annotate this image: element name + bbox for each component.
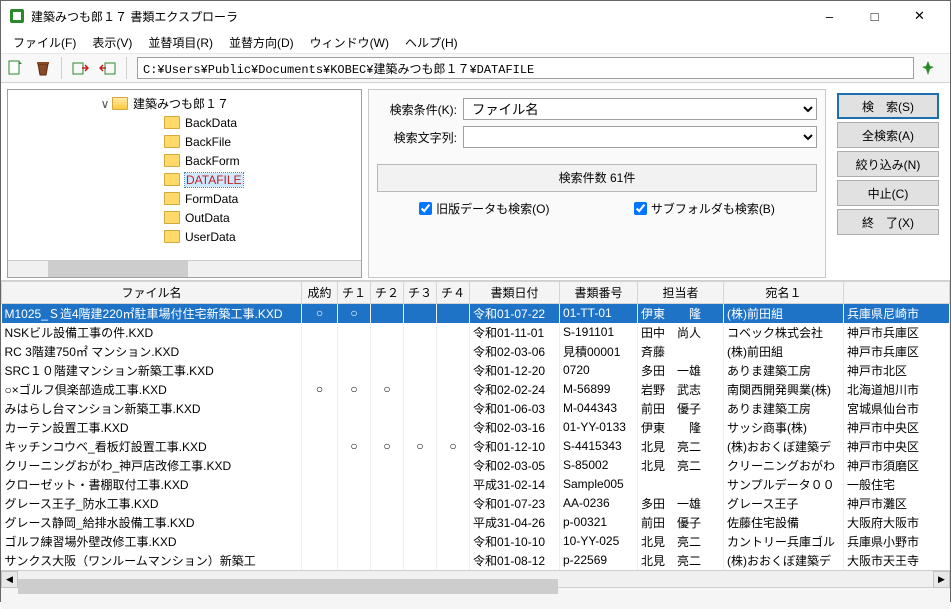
path-field[interactable]: C:¥Users¥Public¥Documents¥KOBEC¥建築みつも郎１７… (137, 57, 914, 79)
result-count: 検索件数 61件 (377, 164, 817, 192)
search-text-input[interactable] (463, 126, 817, 148)
folder-open-icon (112, 97, 128, 110)
search-cond-select[interactable]: ファイル名 (463, 98, 817, 120)
tree-item-backdata[interactable]: BackData (10, 113, 359, 132)
search-panel: 検索条件(K): ファイル名 検索文字列: 検索件数 61件 旧版データも検索(… (368, 89, 826, 278)
table-row[interactable]: サンクス大阪（ワンルームマンション）新築工令和01-08-12p-22569北見… (2, 551, 950, 570)
export-icon[interactable] (94, 55, 122, 81)
grid-scrollbar[interactable]: ◀ ▶ (1, 570, 950, 587)
new-doc-icon[interactable] (1, 55, 29, 81)
folder-icon (164, 173, 180, 186)
tree-item-formdata[interactable]: FormData (10, 189, 359, 208)
folder-tree[interactable]: ∨ 建築みつも郎１７ BackDataBackFileBackFormDATAF… (7, 89, 362, 278)
tree-scrollbar[interactable] (8, 260, 361, 277)
col-addr2[interactable] (844, 282, 950, 304)
table-row[interactable]: カーテン設置工事.KXD令和02-03-1601-YY-0133伊東 隆サッシ商… (2, 418, 950, 437)
search-cond-label: 検索条件(K): (377, 101, 463, 118)
col-ch2[interactable]: チ２ (371, 282, 404, 304)
table-row[interactable]: M1025_Ｓ造4階建220㎡駐車場付住宅新築工事.KXD○○令和01-07-2… (2, 304, 950, 323)
menu-bar: ファイル(F) 表示(V) 並替項目(R) 並替方向(D) ウィンドウ(W) ヘ… (1, 31, 950, 53)
col-owner[interactable]: 担当者 (638, 282, 724, 304)
table-row[interactable]: NSKビル設備工事の件.KXD令和01-11-01S-191101田中 尚人コベ… (2, 323, 950, 342)
tree-root[interactable]: ∨ 建築みつも郎１７ (10, 94, 359, 113)
minimize-button[interactable]: – (807, 2, 852, 30)
table-row[interactable]: ○×ゴルフ倶楽部造成工事.KXD○○○令和02-02-24M-56899岩野 武… (2, 380, 950, 399)
search-text-label: 検索文字列: (377, 129, 463, 146)
menu-view[interactable]: 表示(V) (84, 32, 140, 53)
table-row[interactable]: RC 3階建750㎡ マンション.KXD令和02-03-06見積00001斉藤(… (2, 342, 950, 361)
folder-icon (164, 192, 180, 205)
folder-icon (164, 135, 180, 148)
col-ch1[interactable]: チ１ (338, 282, 371, 304)
table-row[interactable]: みはらし台マンション新築工事.KXD令和01-06-03M-044343前田 優… (2, 399, 950, 418)
col-contract[interactable]: 成約 (302, 282, 338, 304)
menu-help[interactable]: ヘルプ(H) (397, 32, 466, 53)
tree-item-backform[interactable]: BackForm (10, 151, 359, 170)
tree-item-userdata[interactable]: UserData (10, 227, 359, 246)
result-grid[interactable]: ファイル名 成約 チ１ チ２ チ３ チ４ 書類日付 書類番号 担当者 宛名１ M… (1, 280, 950, 570)
col-addr[interactable]: 宛名１ (724, 282, 844, 304)
table-row[interactable]: SRC１０階建マンション新築工事.KXD令和01-12-200720多田 一雄あ… (2, 361, 950, 380)
folder-icon (164, 211, 180, 224)
maximize-button[interactable]: □ (852, 2, 897, 30)
exit-button[interactable]: 終 了(X) (837, 209, 939, 235)
col-date[interactable]: 書類日付 (470, 282, 560, 304)
delete-icon[interactable] (29, 55, 57, 81)
stop-button[interactable]: 中止(C) (837, 180, 939, 206)
window-title: 建築みつも郎１７ 書類エクスプローラ (31, 8, 807, 25)
table-row[interactable]: キッチンコウベ_看板灯設置工事.KXD○○○○令和01-12-10S-44153… (2, 437, 950, 456)
scroll-right-icon[interactable]: ▶ (933, 571, 950, 588)
import-icon[interactable] (66, 55, 94, 81)
folder-icon (164, 116, 180, 129)
table-row[interactable]: グレース静岡_給排水設備工事.KXD平成31-04-26p-00321前田 優子… (2, 513, 950, 532)
table-row[interactable]: グレース王子_防水工事.KXD令和01-07-23AA-0236多田 一雄グレー… (2, 494, 950, 513)
folder-icon (164, 230, 180, 243)
menu-sortitem[interactable]: 並替項目(R) (140, 32, 221, 53)
toolbar: C:¥Users¥Public¥Documents¥KOBEC¥建築みつも郎１７… (1, 53, 950, 83)
tree-item-backfile[interactable]: BackFile (10, 132, 359, 151)
narrow-button[interactable]: 絞り込み(N) (837, 151, 939, 177)
col-filename[interactable]: ファイル名 (2, 282, 302, 304)
folder-icon (164, 154, 180, 167)
check-oldver[interactable]: 旧版データも検索(O) (419, 200, 549, 217)
pin-icon[interactable] (920, 60, 944, 76)
app-icon (9, 8, 25, 24)
table-row[interactable]: ゴルフ練習場外壁改修工事.KXD令和01-10-1010-YY-025北見 亮二… (2, 532, 950, 551)
check-subfolder[interactable]: サブフォルダも検索(B) (634, 200, 775, 217)
search-all-button[interactable]: 全検索(A) (837, 122, 939, 148)
scroll-left-icon[interactable]: ◀ (1, 571, 18, 588)
search-button[interactable]: 検 索(S) (837, 93, 939, 119)
tree-item-outdata[interactable]: OutData (10, 208, 359, 227)
tree-item-datafile[interactable]: DATAFILE (10, 170, 359, 189)
col-num[interactable]: 書類番号 (560, 282, 638, 304)
menu-sortdir[interactable]: 並替方向(D) (221, 32, 302, 53)
col-ch4[interactable]: チ４ (437, 282, 470, 304)
menu-window[interactable]: ウィンドウ(W) (302, 32, 397, 53)
close-button[interactable]: ✕ (897, 2, 942, 30)
table-row[interactable]: クローゼット・書棚取付工事.KXD平成31-02-14Sample005サンプル… (2, 475, 950, 494)
table-row[interactable]: クリーニングおがわ_神戸店改修工事.KXD令和02-03-05S-85002北見… (2, 456, 950, 475)
collapse-icon[interactable]: ∨ (98, 97, 112, 111)
button-column: 検 索(S) 全検索(A) 絞り込み(N) 中止(C) 終 了(X) (832, 89, 944, 278)
col-ch3[interactable]: チ３ (404, 282, 437, 304)
menu-file[interactable]: ファイル(F) (5, 32, 84, 53)
